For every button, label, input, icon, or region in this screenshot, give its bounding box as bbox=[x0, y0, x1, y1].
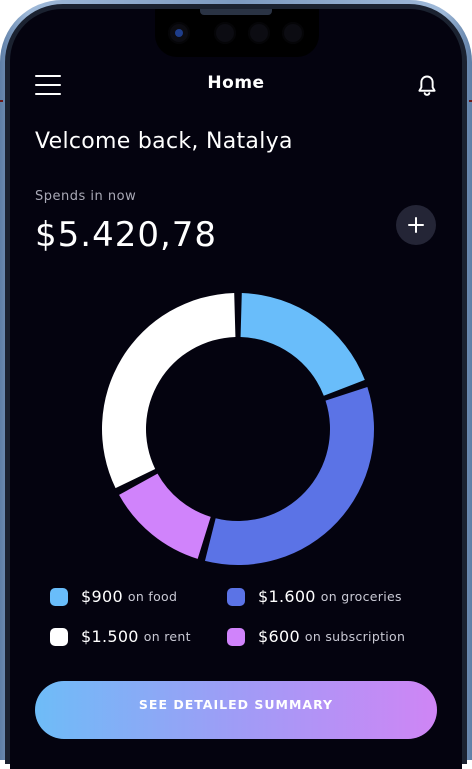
page-title: Home bbox=[207, 73, 265, 93]
legend-suffix: on subscription bbox=[304, 629, 406, 644]
welcome-heading: Velcome back, Natalya bbox=[35, 129, 293, 154]
spending-donut-chart bbox=[102, 293, 374, 565]
see-detailed-summary-button[interactable]: SEE DETAILED SUMMARY bbox=[35, 681, 437, 739]
legend-swatch bbox=[50, 627, 68, 646]
sensor-dot-icon bbox=[214, 22, 236, 44]
sensor-dot-icon bbox=[248, 22, 270, 44]
legend-item-rent: $1.500 on rent bbox=[50, 627, 191, 646]
legend-suffix: on rent bbox=[143, 629, 191, 644]
spends-amount: $5.420,78 bbox=[35, 215, 218, 255]
side-button-mark-left bbox=[0, 100, 3, 102]
legend-value: $600 bbox=[258, 627, 300, 646]
add-button[interactable] bbox=[396, 205, 436, 245]
donut-slice-food bbox=[240, 293, 365, 396]
legend-swatch bbox=[227, 587, 245, 606]
camera-notch bbox=[155, 9, 319, 57]
legend-item-subscription: $600 on subscription bbox=[227, 627, 405, 646]
legend-value: $1.500 bbox=[81, 627, 139, 646]
spends-label: Spends in now bbox=[35, 189, 137, 204]
bell-icon[interactable] bbox=[414, 73, 440, 99]
sensor-dot-icon bbox=[282, 22, 304, 44]
legend-value: $1.600 bbox=[258, 587, 316, 606]
legend-item-groceries: $1.600 on groceries bbox=[227, 587, 402, 606]
legend-swatch bbox=[227, 627, 245, 646]
legend-item-food: $900 on food bbox=[50, 587, 177, 606]
app-screen: Home Velcome back, Natalya Spends in now… bbox=[10, 9, 462, 769]
plus-icon bbox=[408, 217, 424, 233]
speaker-grille bbox=[200, 9, 272, 15]
legend-swatch bbox=[50, 587, 68, 606]
donut-slice-rent bbox=[102, 293, 236, 489]
donut-slice-subscription bbox=[119, 473, 211, 559]
donut-slice-groceries bbox=[204, 387, 374, 565]
legend-suffix: on food bbox=[127, 589, 178, 604]
legend-value: $900 bbox=[81, 587, 123, 606]
front-camera-icon bbox=[168, 22, 190, 44]
legend-suffix: on groceries bbox=[320, 589, 402, 604]
